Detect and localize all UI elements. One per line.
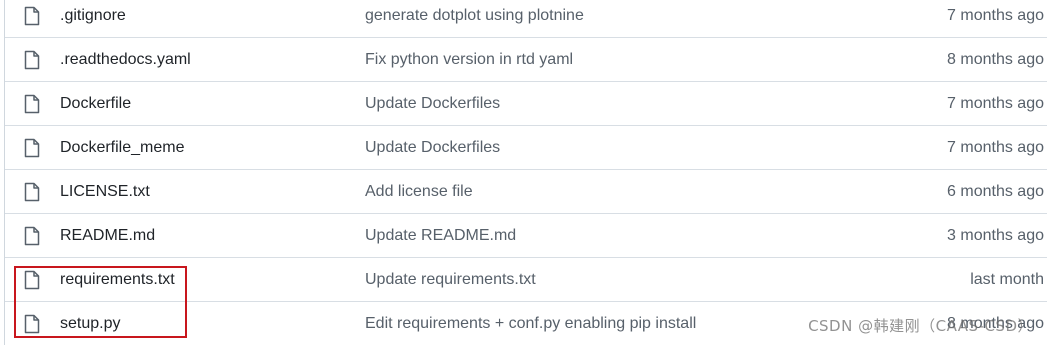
file-row: .gitignore generate dotplot using plotni… [5,0,1047,38]
commit-age: 7 months ago [947,138,1044,156]
file-icon [23,182,41,202]
commit-age: last month [970,270,1044,288]
file-name-link[interactable]: .gitignore [60,7,126,25]
file-row: requirements.txt Update requirements.txt… [5,258,1047,302]
file-row: LICENSE.txt Add license file 6 months ag… [5,170,1047,214]
commit-message-link[interactable]: Update README.md [365,227,516,245]
file-name-link[interactable]: LICENSE.txt [60,183,150,201]
commit-age: 6 months ago [947,182,1044,200]
file-name-link[interactable]: requirements.txt [60,271,175,289]
commit-age: 7 months ago [947,94,1044,112]
commit-message-link[interactable]: Update requirements.txt [365,271,536,289]
commit-message-link[interactable]: Update Dockerfiles [365,95,500,113]
file-name-link[interactable]: Dockerfile_meme [60,139,184,157]
commit-message-link[interactable]: Fix python version in rtd yaml [365,51,573,69]
file-row: .readthedocs.yaml Fix python version in … [5,38,1047,82]
file-name-link[interactable]: setup.py [60,315,120,333]
file-icon [23,50,41,70]
file-icon [23,94,41,114]
watermark: CSDN @韩建刚（CAAS-CSD） [808,317,1033,335]
file-row: Dockerfile_meme Update Dockerfiles 7 mon… [5,126,1047,170]
file-icon [23,270,41,290]
commit-message-link[interactable]: generate dotplot using plotnine [365,7,584,25]
commit-message-link[interactable]: Update Dockerfiles [365,139,500,157]
file-icon [23,6,41,26]
commit-age: 8 months ago [947,50,1044,68]
file-icon [23,226,41,246]
file-icon [23,138,41,158]
file-list: .gitignore generate dotplot using plotni… [4,0,1047,345]
file-name-link[interactable]: Dockerfile [60,95,131,113]
file-row: Dockerfile Update Dockerfiles 7 months a… [5,82,1047,126]
file-name-link[interactable]: .readthedocs.yaml [60,51,191,69]
file-row: README.md Update README.md 3 months ago [5,214,1047,258]
file-icon [23,314,41,334]
file-name-link[interactable]: README.md [60,227,155,245]
commit-message-link[interactable]: Edit requirements + conf.py enabling pip… [365,315,696,333]
commit-age: 7 months ago [947,6,1044,24]
commit-age: 3 months ago [947,226,1044,244]
commit-message-link[interactable]: Add license file [365,183,473,201]
